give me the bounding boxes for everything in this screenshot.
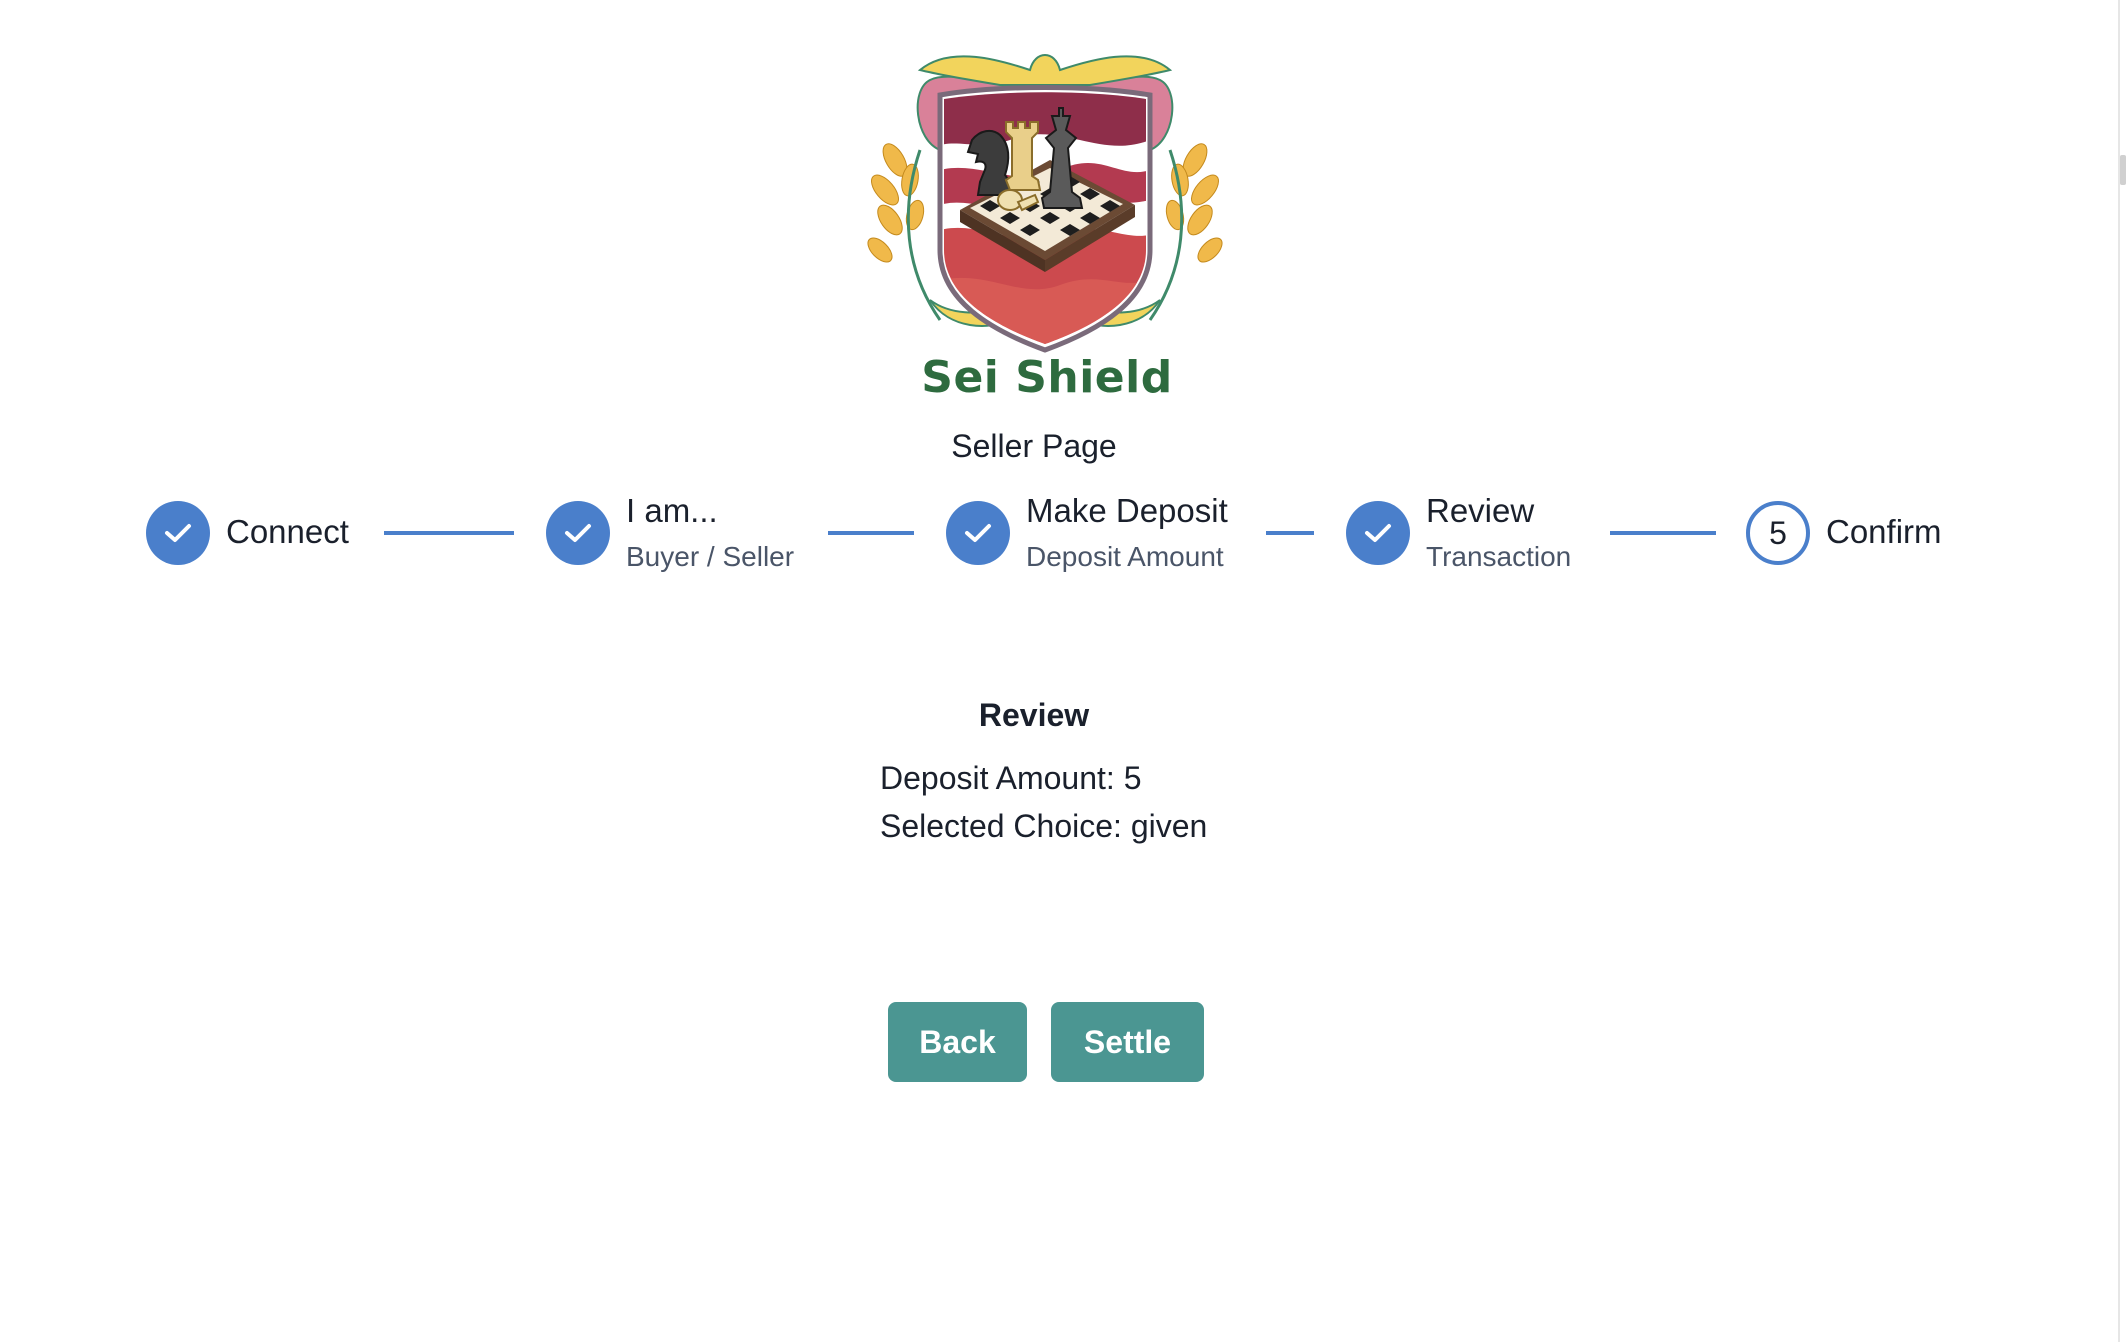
selected-choice-text: Selected Choice: given [880, 808, 1208, 844]
step-3-title: Make Deposit [1026, 492, 1228, 529]
deposit-amount-text: Deposit Amount: 5 [880, 760, 1142, 796]
step-2-description: Buyer / Seller [626, 541, 795, 572]
step-4-title: Review [1426, 492, 1535, 529]
seller-page: Sei Shield Seller Page Connect I am... B… [0, 0, 2126, 1342]
step-connector [1610, 531, 1716, 535]
step-4-complete-icon [1346, 501, 1410, 565]
step-5-number-badge: 5 [1746, 501, 1810, 565]
step-connector [384, 531, 514, 535]
checkmark-icon [1365, 524, 1391, 542]
step-2-title: I am... [626, 492, 718, 529]
step-connector [828, 531, 914, 535]
step-connector [1266, 531, 1314, 535]
step-5-title: Confirm [1826, 513, 1942, 550]
progress-stepper: Connect I am... Buyer / Seller Make Depo… [0, 0, 2126, 620]
step-1-complete-icon [146, 501, 210, 565]
step-2-complete-icon [546, 501, 610, 565]
settle-button[interactable]: Settle [1051, 1002, 1204, 1082]
checkmark-icon [165, 524, 191, 542]
step-4-description: Transaction [1426, 541, 1572, 572]
review-heading: Review [978, 697, 1090, 733]
step-1-title: Connect [226, 513, 349, 550]
checkmark-icon [965, 524, 991, 542]
back-button[interactable]: Back [888, 1002, 1027, 1082]
step-3-description: Deposit Amount [1026, 541, 1224, 572]
step-3-complete-icon [946, 501, 1010, 565]
checkmark-icon [565, 524, 591, 542]
